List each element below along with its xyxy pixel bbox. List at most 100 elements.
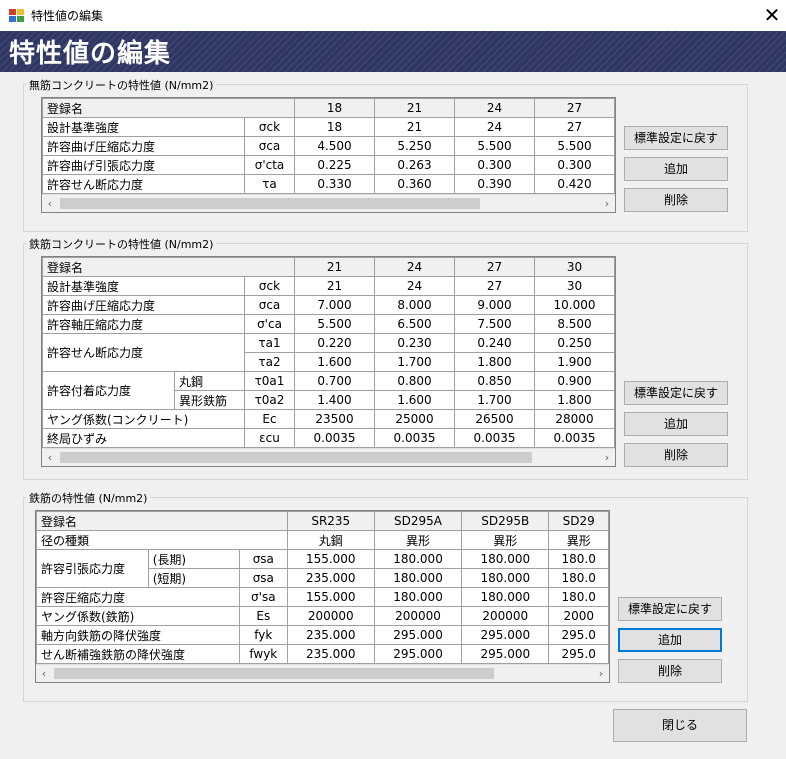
add-button[interactable]: 追加 xyxy=(624,157,728,181)
value-cell[interactable]: 5.250 xyxy=(374,136,455,156)
scroll-right-icon[interactable]: › xyxy=(599,449,615,466)
value-cell[interactable]: 295.0 xyxy=(548,644,609,664)
value-cell[interactable]: 1.400 xyxy=(294,390,375,410)
value-cell[interactable]: 0.250 xyxy=(534,333,615,353)
value-cell[interactable]: 2000 xyxy=(548,606,609,626)
value-cell[interactable]: 0.225 xyxy=(294,155,375,175)
value-cell[interactable]: 295.000 xyxy=(461,644,550,664)
value-cell[interactable]: 1.900 xyxy=(534,352,615,372)
value-cell[interactable]: 155.000 xyxy=(286,587,375,607)
value-cell[interactable]: 180.000 xyxy=(373,587,463,607)
close-button[interactable]: 閉じる xyxy=(613,709,747,742)
value-cell[interactable]: 1.600 xyxy=(294,352,375,372)
value-cell[interactable]: 0.263 xyxy=(374,155,455,175)
scroll-left-icon[interactable]: ‹ xyxy=(42,449,58,466)
column-header[interactable]: 24 xyxy=(454,98,535,118)
scroll-right-icon[interactable]: › xyxy=(593,665,609,682)
value-cell[interactable]: 0.300 xyxy=(534,155,615,175)
value-cell[interactable]: 26500 xyxy=(454,409,535,429)
column-header[interactable]: 27 xyxy=(534,98,615,118)
value-cell[interactable]: 5.500 xyxy=(454,136,535,156)
close-icon[interactable]: ✕ xyxy=(758,2,786,30)
scroll-left-icon[interactable]: ‹ xyxy=(42,195,58,212)
value-cell[interactable]: 1.600 xyxy=(374,390,455,410)
value-cell[interactable]: 0.900 xyxy=(534,371,615,391)
value-cell[interactable]: 0.240 xyxy=(454,333,535,353)
value-cell[interactable]: 5.500 xyxy=(294,314,375,334)
value-cell[interactable]: 丸鋼 xyxy=(286,530,375,550)
delete-button[interactable]: 削除 xyxy=(624,443,728,467)
value-cell[interactable]: 180.000 xyxy=(373,568,463,588)
column-header[interactable]: 27 xyxy=(454,257,535,277)
value-cell[interactable]: 295.0 xyxy=(548,625,609,645)
column-header[interactable]: 21 xyxy=(294,257,375,277)
value-cell[interactable]: 6.500 xyxy=(374,314,455,334)
value-cell[interactable]: 0.850 xyxy=(454,371,535,391)
delete-button[interactable]: 削除 xyxy=(618,659,722,683)
reset-defaults-button[interactable]: 標準設定に戻す xyxy=(624,126,728,150)
value-cell[interactable]: 180.000 xyxy=(461,587,550,607)
reinforced-concrete-grid[interactable]: 登録名 21 24 27 30 設計基準強度 σck 21 24 27 30 許… xyxy=(41,256,616,467)
value-cell[interactable]: 23500 xyxy=(294,409,375,429)
value-cell[interactable]: 18 xyxy=(294,117,375,137)
value-cell[interactable]: 30 xyxy=(534,276,615,296)
value-cell[interactable]: 21 xyxy=(294,276,375,296)
value-cell[interactable]: 235.000 xyxy=(286,568,375,588)
value-cell[interactable]: 295.000 xyxy=(373,644,463,664)
value-cell[interactable]: 180.0 xyxy=(548,587,609,607)
value-cell[interactable]: 異形 xyxy=(461,530,550,550)
reset-defaults-button[interactable]: 標準設定に戻す xyxy=(624,381,728,405)
value-cell[interactable]: 28000 xyxy=(534,409,615,429)
column-header[interactable]: 21 xyxy=(374,98,455,118)
value-cell[interactable]: 235.000 xyxy=(286,644,375,664)
value-cell[interactable]: 0.0035 xyxy=(454,428,535,448)
value-cell[interactable]: 1.700 xyxy=(454,390,535,410)
value-cell[interactable]: 1.700 xyxy=(374,352,455,372)
value-cell[interactable]: 10.000 xyxy=(534,295,615,315)
horizontal-scrollbar[interactable]: ‹ › xyxy=(36,664,609,682)
column-header[interactable]: 24 xyxy=(374,257,455,277)
value-cell[interactable]: 8.500 xyxy=(534,314,615,334)
value-cell[interactable]: 0.300 xyxy=(454,155,535,175)
value-cell[interactable]: 25000 xyxy=(374,409,455,429)
add-button[interactable]: 追加 xyxy=(618,628,722,652)
value-cell[interactable]: 異形 xyxy=(373,530,463,550)
value-cell[interactable]: 235.000 xyxy=(286,625,375,645)
column-header[interactable]: SD295B xyxy=(461,511,550,531)
reset-defaults-button[interactable]: 標準設定に戻す xyxy=(618,597,722,621)
scrollbar-thumb[interactable] xyxy=(60,452,532,463)
column-header[interactable]: 18 xyxy=(294,98,375,118)
value-cell[interactable]: 0.0035 xyxy=(374,428,455,448)
value-cell[interactable]: 0.700 xyxy=(294,371,375,391)
rebar-grid[interactable]: 登録名 SR235 SD295A SD295B SD29 径の種類 丸鋼 異形 … xyxy=(35,510,610,683)
value-cell[interactable]: 0.360 xyxy=(374,174,455,194)
value-cell[interactable]: 180.000 xyxy=(461,568,550,588)
plain-concrete-grid[interactable]: 登録名 18 21 24 27 設計基準強度 σck 18 21 24 27 許… xyxy=(41,97,616,213)
column-header[interactable]: SD29 xyxy=(548,511,609,531)
value-cell[interactable]: 9.000 xyxy=(454,295,535,315)
value-cell[interactable]: 0.390 xyxy=(454,174,535,194)
delete-button[interactable]: 削除 xyxy=(624,188,728,212)
column-header[interactable]: SD295A xyxy=(373,511,463,531)
value-cell[interactable]: 異形 xyxy=(548,530,609,550)
value-cell[interactable]: 0.800 xyxy=(374,371,455,391)
value-cell[interactable]: 180.000 xyxy=(373,549,463,569)
value-cell[interactable]: 8.000 xyxy=(374,295,455,315)
value-cell[interactable]: 200000 xyxy=(461,606,550,626)
value-cell[interactable]: 180.0 xyxy=(548,568,609,588)
value-cell[interactable]: 155.000 xyxy=(286,549,375,569)
value-cell[interactable]: 0.330 xyxy=(294,174,375,194)
horizontal-scrollbar[interactable]: ‹ › xyxy=(42,194,615,212)
value-cell[interactable]: 295.000 xyxy=(461,625,550,645)
scroll-left-icon[interactable]: ‹ xyxy=(36,665,52,682)
value-cell[interactable]: 27 xyxy=(454,276,535,296)
value-cell[interactable]: 24 xyxy=(454,117,535,137)
value-cell[interactable]: 24 xyxy=(374,276,455,296)
scroll-right-icon[interactable]: › xyxy=(599,195,615,212)
value-cell[interactable]: 180.000 xyxy=(461,549,550,569)
scrollbar-thumb[interactable] xyxy=(60,198,480,209)
value-cell[interactable]: 1.800 xyxy=(534,390,615,410)
value-cell[interactable]: 7.000 xyxy=(294,295,375,315)
value-cell[interactable]: 0.230 xyxy=(374,333,455,353)
value-cell[interactable]: 7.500 xyxy=(454,314,535,334)
